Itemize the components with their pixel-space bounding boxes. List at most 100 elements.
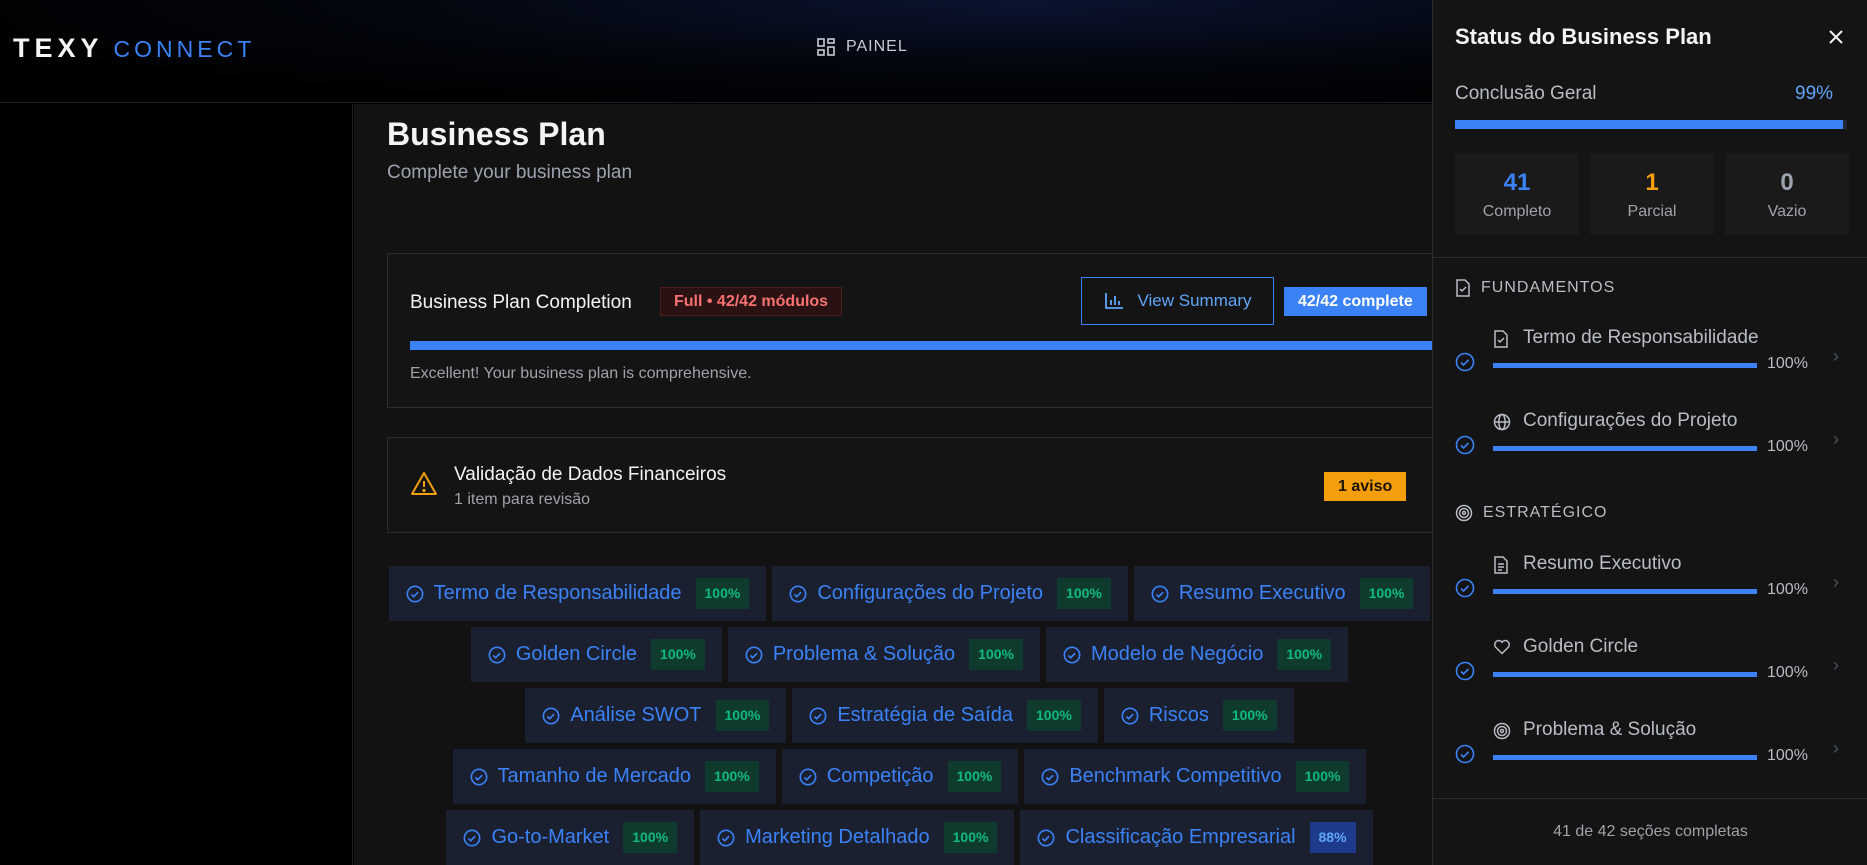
module-chip[interactable]: Modelo de Negócio 100% bbox=[1045, 627, 1349, 682]
item-progress-bar bbox=[1493, 755, 1757, 760]
chevron-right-icon: › bbox=[1833, 346, 1839, 366]
panel-item[interactable]: Termo de Responsabilidade 100% › bbox=[1433, 322, 1867, 392]
target-icon bbox=[1455, 504, 1473, 522]
panel-item[interactable]: Configurações do Projeto 100% › bbox=[1433, 405, 1867, 475]
module-chip[interactable]: Estratégia de Saída 100% bbox=[792, 688, 1098, 743]
chevron-right-icon: › bbox=[1833, 738, 1839, 758]
chip-label: Go-to-Market bbox=[491, 826, 610, 848]
overall-progress-fill bbox=[1455, 120, 1844, 129]
dashboard-icon bbox=[817, 38, 835, 56]
warning-icon bbox=[411, 472, 437, 495]
logo-text-main: TEXY bbox=[13, 33, 104, 63]
chip-row: Termo de Responsabilidade 100% Configuraçõ… bbox=[387, 566, 1432, 621]
module-chip[interactable]: Go-to-Market 100% bbox=[446, 810, 695, 865]
module-chip[interactable]: Golden Circle 100% bbox=[470, 627, 722, 682]
completion-progress-bar bbox=[410, 341, 1432, 350]
item-name: Problema & Solução bbox=[1523, 719, 1697, 740]
check-circle-icon bbox=[745, 646, 763, 663]
stat-label: Vazio bbox=[1767, 203, 1807, 220]
panel-item[interactable]: Resumo Executivo 100% › bbox=[1433, 548, 1867, 618]
validation-subtitle: 1 item para revisão bbox=[454, 491, 591, 508]
item-progress-bar bbox=[1493, 363, 1757, 368]
chip-label: Competição bbox=[826, 765, 934, 787]
module-chip[interactable]: Marketing Detalhado 100% bbox=[700, 810, 1015, 865]
module-chip[interactable]: Análise SWOT 100% bbox=[525, 688, 787, 743]
app-logo[interactable]: TEXY CONNECT bbox=[13, 33, 255, 64]
stat-completo: 41 Completo bbox=[1455, 153, 1579, 235]
chip-percent: 100% bbox=[651, 639, 705, 670]
document-icon bbox=[1494, 556, 1508, 574]
chip-label: Classificação Empresarial bbox=[1065, 826, 1296, 848]
chip-label: Configurações do Projeto bbox=[817, 582, 1044, 604]
module-chip[interactable]: Termo de Responsabilidade 100% bbox=[388, 566, 767, 621]
globe-icon bbox=[1493, 413, 1511, 431]
section-label: ESTRATÉGICO bbox=[1483, 504, 1608, 521]
chip-label: Problema & Solução bbox=[772, 643, 956, 665]
left-pane bbox=[0, 104, 353, 865]
check-circle-icon bbox=[1455, 578, 1475, 598]
module-chip[interactable]: Problema & Solução 100% bbox=[727, 627, 1040, 682]
page-title: Business Plan bbox=[387, 116, 606, 152]
item-progress-fill bbox=[1493, 755, 1757, 760]
check-circle-icon bbox=[542, 707, 560, 724]
view-summary-button[interactable]: View Summary bbox=[1081, 277, 1274, 325]
module-chips: Termo de Responsabilidade 100% Configuraçõ… bbox=[387, 566, 1432, 865]
chip-percent: 100% bbox=[715, 700, 770, 731]
check-circle-icon bbox=[1037, 829, 1055, 846]
check-circle-icon bbox=[406, 585, 424, 602]
check-circle-icon bbox=[1455, 435, 1475, 455]
file-check-icon bbox=[1494, 330, 1508, 348]
chip-label: Termo de Responsabilidade bbox=[433, 582, 682, 604]
stat-number: 41 bbox=[1503, 169, 1531, 196]
overall-progress-bar bbox=[1455, 120, 1847, 129]
bar-chart-icon bbox=[1104, 293, 1123, 309]
item-progress-bar bbox=[1493, 446, 1757, 451]
target-icon bbox=[1493, 722, 1511, 740]
check-circle-icon bbox=[1455, 352, 1475, 372]
stat-parcial: 1 Parcial bbox=[1590, 153, 1714, 235]
chip-percent: 100% bbox=[695, 578, 750, 609]
chip-label: Análise SWOT bbox=[570, 704, 702, 726]
overall-label: Conclusão Geral bbox=[1455, 83, 1597, 104]
item-percent: 100% bbox=[1767, 438, 1808, 455]
panel-divider bbox=[1433, 257, 1867, 258]
validation-title: Validação de Dados Financeiros bbox=[454, 464, 727, 485]
module-chip[interactable]: Resumo Executivo 100% bbox=[1133, 566, 1431, 621]
chip-label: Modelo de Negócio bbox=[1090, 643, 1264, 665]
panel-item[interactable]: Golden Circle 100% › bbox=[1433, 631, 1867, 701]
item-percent: 100% bbox=[1767, 664, 1808, 681]
stat-number: 0 bbox=[1780, 169, 1794, 196]
item-name: Termo de Responsabilidade bbox=[1523, 327, 1759, 348]
module-chip[interactable]: Tamanho de Mercado 100% bbox=[452, 749, 776, 804]
section-estrategico: ESTRATÉGICO bbox=[1455, 504, 1608, 522]
module-chip[interactable]: Benchmark Competitivo 100% bbox=[1024, 749, 1367, 804]
close-button[interactable] bbox=[1821, 22, 1851, 52]
module-chip[interactable]: Riscos 100% bbox=[1103, 688, 1294, 743]
page-subtitle: Complete your business plan bbox=[387, 162, 633, 183]
check-circle-icon bbox=[1041, 768, 1059, 785]
item-progress-fill bbox=[1493, 589, 1757, 594]
item-percent: 100% bbox=[1767, 355, 1808, 372]
item-name: Configurações do Projeto bbox=[1523, 410, 1738, 431]
item-percent: 100% bbox=[1767, 747, 1808, 764]
chip-row: Go-to-Market 100% Marketing Detalhado 100% C… bbox=[387, 810, 1432, 865]
stat-vazio: 0 Vazio bbox=[1725, 153, 1849, 235]
chip-percent: 100% bbox=[1222, 700, 1277, 731]
item-name: Resumo Executivo bbox=[1523, 553, 1682, 574]
status-panel: Status do Business Plan Conclusão Geral … bbox=[1432, 0, 1867, 865]
validation-card[interactable]: Validação de Dados Financeiros 1 item pa… bbox=[387, 437, 1432, 533]
chevron-right-icon: › bbox=[1833, 572, 1839, 592]
chip-label: Estratégia de Saída bbox=[837, 704, 1013, 726]
check-circle-icon bbox=[488, 646, 506, 663]
module-chip[interactable]: Configurações do Projeto 100% bbox=[772, 566, 1128, 621]
check-circle-icon bbox=[1455, 744, 1475, 764]
module-chip[interactable]: Classificação Empresarial 88% bbox=[1020, 810, 1373, 865]
chevron-right-icon: › bbox=[1833, 655, 1839, 675]
panel-item[interactable]: Problema & Solução 100% › bbox=[1433, 714, 1867, 784]
module-chip[interactable]: Competição 100% bbox=[781, 749, 1019, 804]
completion-progress-fill bbox=[410, 341, 1432, 350]
chevron-right-icon: › bbox=[1833, 429, 1839, 449]
chip-percent: 100% bbox=[1057, 578, 1111, 609]
nav-painel[interactable]: PAINEL bbox=[816, 37, 908, 57]
view-summary-label: View Summary bbox=[1137, 291, 1252, 310]
